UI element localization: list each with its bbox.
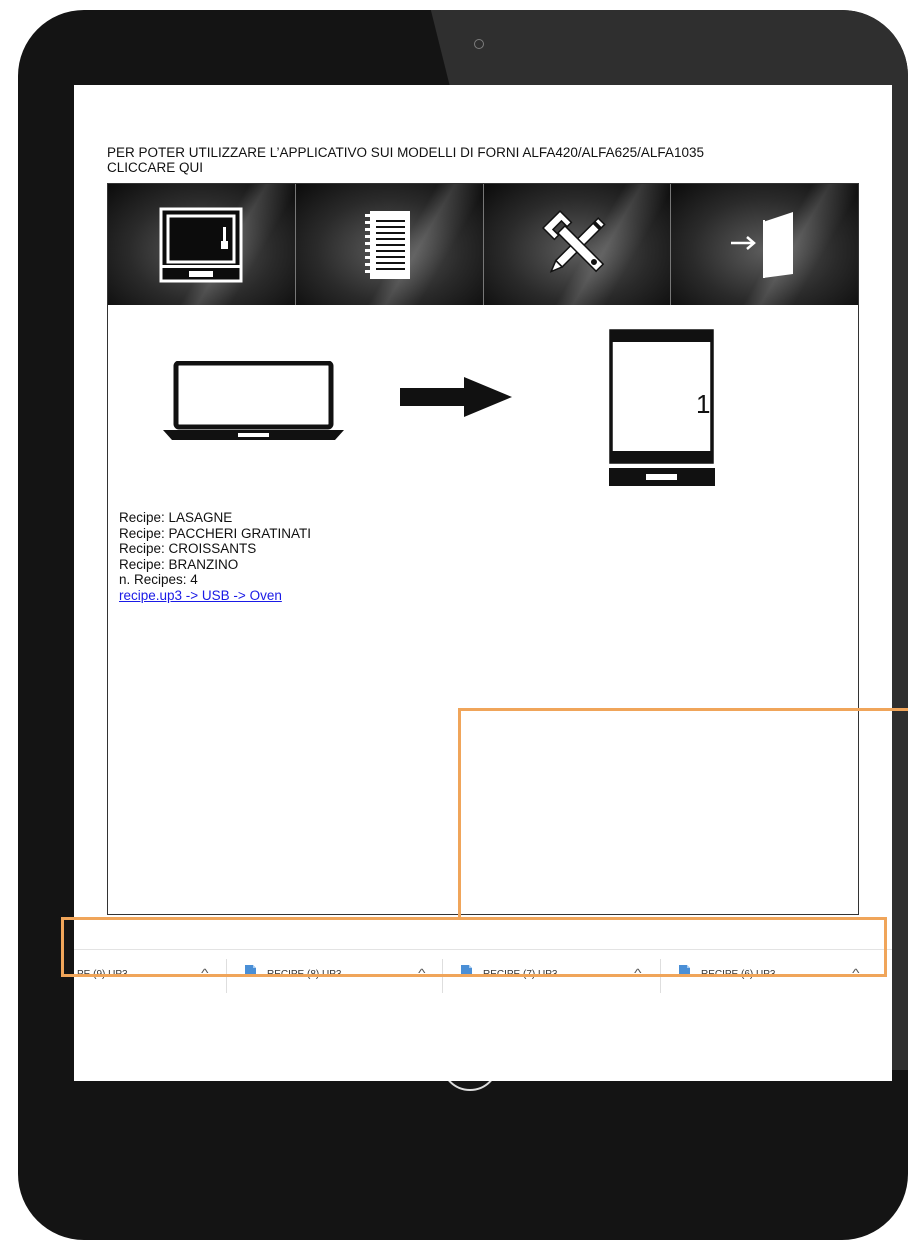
toolbar-oven-button[interactable] — [108, 184, 296, 305]
list-item: Recipe: BRANZINO — [119, 556, 239, 572]
tablet-frame: PER POTER UTILIZZARE L’APPLICATIVO SUI M… — [18, 10, 908, 1240]
model-notice[interactable]: PER POTER UTILIZZARE L’APPLICATIVO SUI M… — [107, 145, 867, 175]
list-item: Recipe: PACCHERI GRATINATI — [119, 525, 312, 541]
toolbar-settings-button[interactable] — [483, 184, 672, 305]
notice-line: PER POTER UTILIZZARE L’APPLICATIVO SUI M… — [107, 145, 704, 160]
recipe-count: n. Recipes: 4 — [119, 572, 198, 587]
recipe-book-icon — [365, 210, 411, 279]
list-item: Recipe: LASAGNE — [119, 510, 233, 525]
export-link[interactable]: recipe.up3 -> USB -> Oven — [119, 588, 282, 603]
exit-icon — [730, 211, 793, 278]
camera-icon — [474, 39, 484, 49]
oven-icon: 1 — [609, 329, 715, 486]
oven-label: 1 — [696, 389, 710, 419]
list-item: Recipe: CROISSANTS — [119, 541, 257, 556]
laptop-icon — [163, 361, 344, 440]
tools-icon — [541, 209, 606, 273]
notice-link-clicca-qui[interactable]: CLICCARE QUI — [107, 160, 867, 175]
downloads-highlight-box — [61, 917, 887, 977]
toolbar-recipes-button[interactable] — [295, 184, 484, 305]
arrow-right-icon — [400, 377, 512, 417]
toolbar — [108, 184, 858, 305]
callout-connector — [458, 708, 908, 920]
recipe-list: Recipe: LASAGNE Recipe: PACCHERI GRATINA… — [119, 510, 311, 603]
oven-icon — [159, 207, 243, 282]
toolbar-exit-button[interactable] — [671, 184, 858, 305]
export-illustration: 1 — [108, 305, 858, 505]
